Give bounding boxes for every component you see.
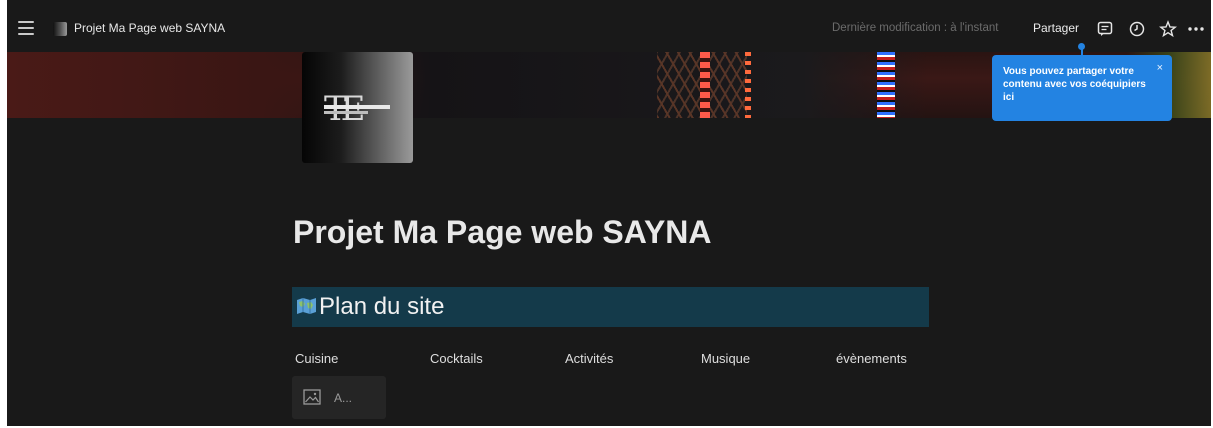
image-icon: [303, 389, 321, 405]
clock-icon[interactable]: [1128, 20, 1146, 38]
share-button[interactable]: Partager: [1033, 21, 1079, 35]
section-heading: Plan du site: [319, 293, 445, 320]
menu-item-cuisine[interactable]: Cuisine: [295, 351, 338, 366]
image-block-label: A...: [334, 391, 353, 405]
menu-item-activites[interactable]: Activités: [565, 351, 613, 366]
more-icon[interactable]: [1187, 20, 1205, 38]
share-tooltip: Vous pouvez partager votre contenu avec …: [992, 55, 1172, 121]
last-modified-text: Dernière modification : à l'instant: [832, 22, 999, 34]
menu-item-evenements[interactable]: évènements: [836, 351, 907, 366]
site-menu: Cuisine Cocktails Activités Musique évèn…: [295, 351, 935, 369]
close-icon[interactable]: ×: [1157, 62, 1163, 75]
comments-icon[interactable]: [1096, 20, 1114, 38]
section-heading-block[interactable]: Plan du site: [292, 287, 929, 327]
image-block[interactable]: A...: [292, 376, 386, 419]
page-logo[interactable]: TE: [302, 52, 413, 163]
page-title[interactable]: Projet Ma Page web SAYNA: [293, 214, 712, 251]
world-map-icon: [297, 298, 316, 314]
menu-item-musique[interactable]: Musique: [701, 351, 750, 366]
tooltip-text: Vous pouvez partager votre contenu avec …: [1003, 66, 1146, 103]
app-window: Projet Ma Page web SAYNA Dernière modifi…: [0, 0, 1213, 428]
star-icon[interactable]: [1159, 20, 1177, 38]
menu-icon[interactable]: [18, 21, 34, 35]
top-bar: Projet Ma Page web SAYNA Dernière modifi…: [7, 7, 1211, 52]
page-icon: [53, 22, 67, 36]
breadcrumb-page[interactable]: Projet Ma Page web SAYNA: [74, 21, 225, 35]
menu-item-cocktails[interactable]: Cocktails: [430, 351, 483, 366]
